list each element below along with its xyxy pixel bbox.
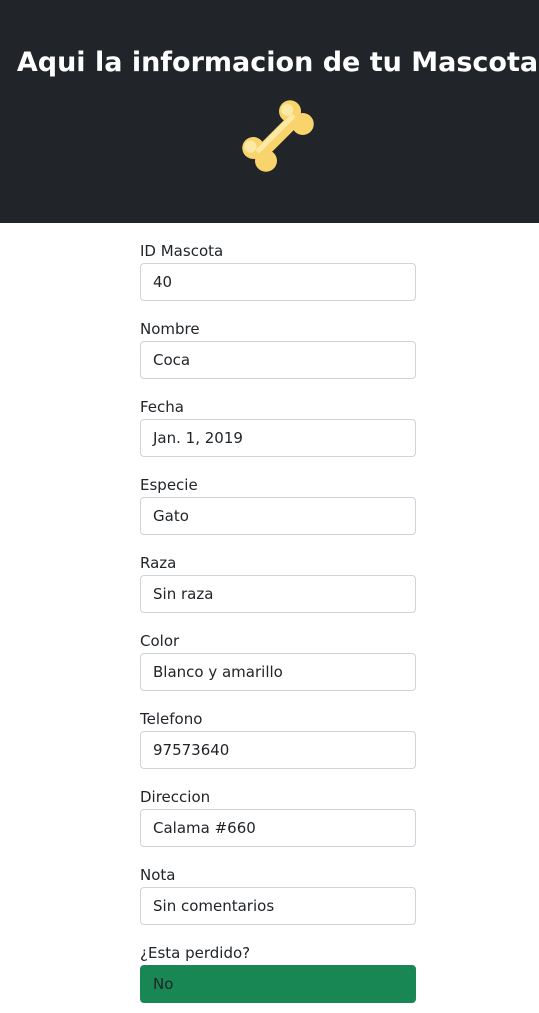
species-label: Especie xyxy=(140,476,198,494)
note-field[interactable]: Sin comentarios xyxy=(140,887,416,925)
breed-field[interactable]: Sin raza xyxy=(140,575,416,613)
field-group-breed: Raza Sin raza xyxy=(140,552,416,613)
lost-status-field[interactable]: No xyxy=(140,965,416,1003)
color-field[interactable]: Blanco y amarillo xyxy=(140,653,416,691)
page-title: Aqui la informacion de tu Mascota xyxy=(16,47,539,78)
breed-label: Raza xyxy=(140,554,177,572)
color-label: Color xyxy=(140,632,180,650)
name-label: Nombre xyxy=(140,320,200,338)
phone-field[interactable]: 97573640 xyxy=(140,731,416,769)
lost-label: ¿Esta perdido? xyxy=(140,944,251,962)
name-field[interactable]: Coca xyxy=(140,341,416,379)
date-label: Fecha xyxy=(140,398,184,416)
phone-label: Telefono xyxy=(140,710,203,728)
page-header: Aqui la informacion de tu Mascota xyxy=(0,0,539,223)
field-group-address: Direccion Calama #660 xyxy=(140,786,416,847)
field-group-date: Fecha Jan. 1, 2019 xyxy=(140,396,416,457)
field-group-phone: Telefono 97573640 xyxy=(140,708,416,769)
field-group-note: Nota Sin comentarios xyxy=(140,864,416,925)
bone-icon xyxy=(242,100,314,172)
field-group-id: ID Mascota 40 xyxy=(140,240,416,301)
date-field[interactable]: Jan. 1, 2019 xyxy=(140,419,416,457)
id-field[interactable]: 40 xyxy=(140,263,416,301)
field-group-lost: ¿Esta perdido? No xyxy=(140,942,416,1003)
address-label: Direccion xyxy=(140,788,211,806)
field-group-color: Color Blanco y amarillo xyxy=(140,630,416,691)
address-field[interactable]: Calama #660 xyxy=(140,809,416,847)
field-group-name: Nombre Coca xyxy=(140,318,416,379)
field-group-species: Especie Gato xyxy=(140,474,416,535)
note-label: Nota xyxy=(140,866,176,884)
id-label: ID Mascota xyxy=(140,242,224,260)
species-field[interactable]: Gato xyxy=(140,497,416,535)
